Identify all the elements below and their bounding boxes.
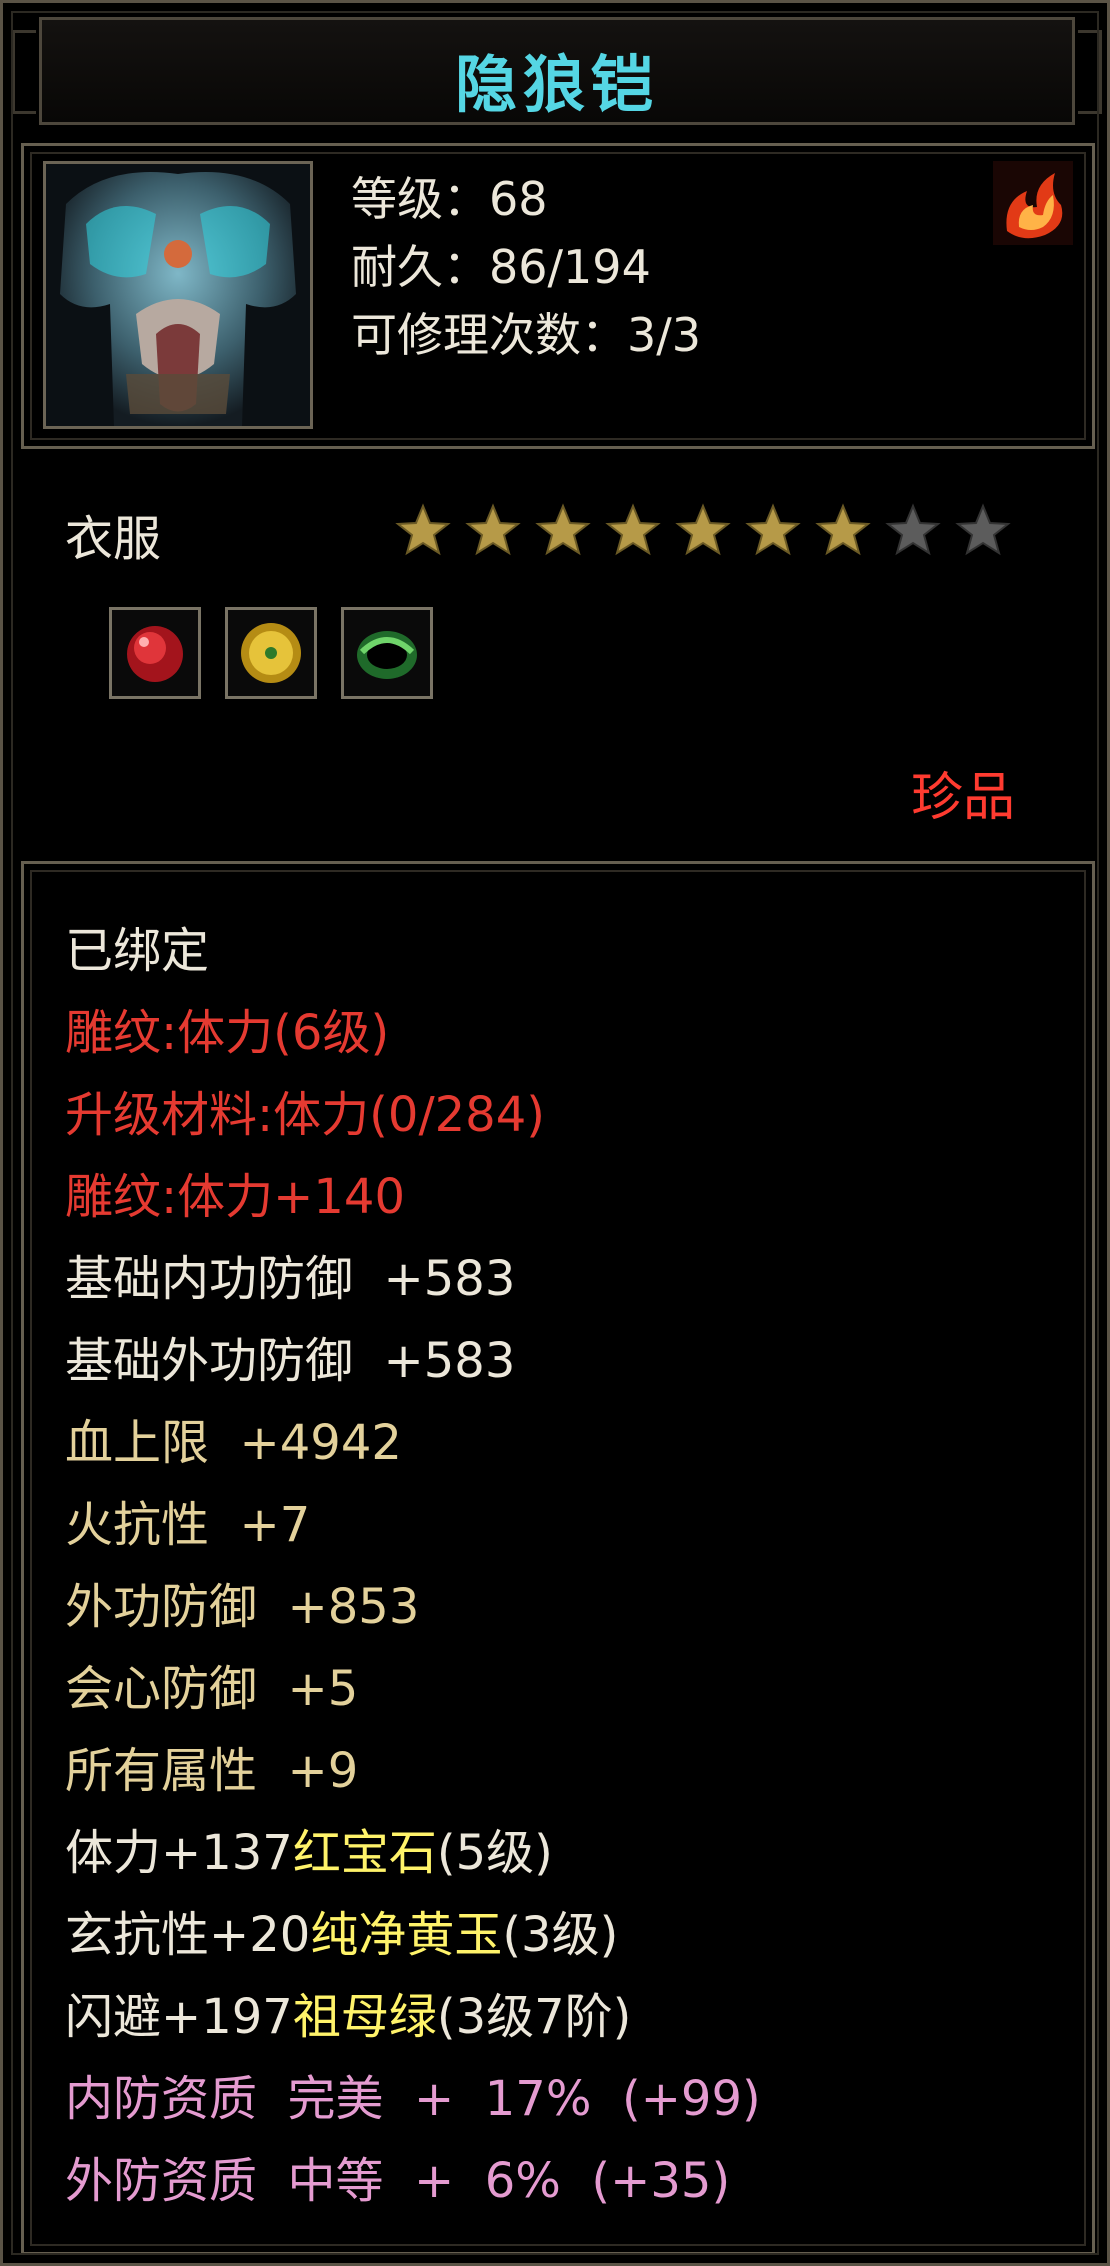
gem-1-name: 红宝石 [292, 1825, 437, 1881]
inner-defense-quality: 内防资质 完美 + 17% (+99) [65, 2071, 761, 2127]
bound-status: 已绑定 [65, 923, 210, 979]
upgrade-material-attr: 升级材料:体力(0/284) [65, 1087, 545, 1143]
armor-icon [46, 164, 310, 426]
armor-portrait[interactable] [43, 161, 313, 429]
item-durability: 耐久：86/194 [351, 240, 651, 294]
gem-slot-1[interactable] [109, 607, 201, 699]
hp-max-attr: 血上限 +4942 [65, 1415, 402, 1471]
item-level: 等级：68 [351, 172, 548, 226]
carving-bonus-attr: 雕纹:体力+140 [65, 1169, 406, 1225]
gem-3-attr: 闪避+197祖母绿(3级7阶) [65, 1993, 631, 2041]
item-repair-count: 可修理次数：3/3 [351, 308, 702, 362]
title-bar: 隐狼铠 [12, 17, 1102, 125]
star-filled-icon [605, 503, 661, 556]
gem-2-attr: 玄抗性+20纯净黄玉(3级) [65, 1911, 618, 1959]
item-name: 隐狼铠 [454, 48, 659, 121]
fire-resistance-attr: 火抗性 +7 [65, 1497, 311, 1553]
gem-2-level: (3级) [502, 1907, 619, 1963]
star-empty-icon [885, 503, 941, 556]
attribute-panel [21, 861, 1095, 2255]
outer-defense-quality: 外防资质 中等 + 6% (+35) [65, 2153, 731, 2209]
item-slot-label: 衣服 [65, 511, 162, 567]
flame-icon [993, 161, 1073, 245]
star-filled-icon [745, 503, 801, 556]
all-attributes-attr: 所有属性 +9 [65, 1743, 359, 1799]
star-empty-icon [955, 503, 1011, 556]
crit-defense-attr: 会心防御 +5 [65, 1661, 359, 1717]
gem-3-stat: 闪避+197 [65, 1989, 293, 2045]
rarity-label: 珍品 [911, 768, 1016, 828]
gem-slot-2[interactable] [225, 607, 317, 699]
base-inner-defense-attr: 基础内功防御 +583 [65, 1251, 516, 1307]
star-filled-icon [815, 503, 871, 556]
star-filled-icon [465, 503, 521, 556]
star-filled-icon [535, 503, 591, 556]
star-filled-icon [675, 503, 731, 556]
base-outer-defense-attr: 基础外功防御 +583 [65, 1333, 516, 1389]
gem-1-attr: 体力+137红宝石(5级) [65, 1829, 553, 1877]
star-filled-icon [395, 503, 451, 556]
gem-1-level: (5级) [436, 1825, 553, 1881]
gem-slot-3[interactable] [341, 607, 433, 699]
item-tooltip: 隐狼铠 等级：68 耐久：86/194 可修理次数：3/3 衣服 珍品 已绑定 … [0, 0, 1110, 2266]
star-rating [393, 500, 1013, 560]
yellow-jade-icon [241, 623, 301, 683]
gem-2-name: 纯净黄玉 [310, 1907, 503, 1963]
emerald-icon [357, 631, 417, 679]
gem-2-stat: 玄抗性+20 [65, 1907, 311, 1963]
gem-3-name: 祖母绿 [292, 1989, 437, 2045]
gem-1-stat: 体力+137 [65, 1825, 293, 1881]
outer-defense-attr: 外功防御 +853 [65, 1579, 420, 1635]
carving-attr: 雕纹:体力(6级) [65, 1005, 390, 1061]
red-gem-icon [127, 626, 183, 682]
gem-3-level: (3级7阶) [436, 1989, 632, 2045]
